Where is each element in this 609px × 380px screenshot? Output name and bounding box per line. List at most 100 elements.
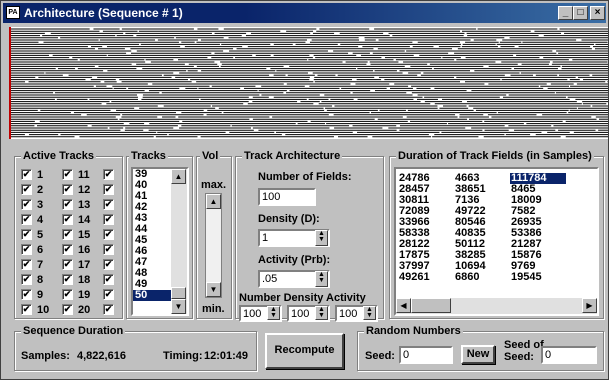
check-icon[interactable]: ✔ [21, 229, 32, 240]
check-icon[interactable]: ✔ [21, 274, 32, 285]
check-icon[interactable]: ✔ [21, 184, 32, 195]
check-icon[interactable]: ✔ [21, 244, 32, 255]
track-checkbox[interactable]: ✔ 14 [62, 213, 90, 226]
scroll-down-icon[interactable]: ▼ [171, 299, 186, 314]
check-icon[interactable]: ✔ [62, 259, 73, 270]
track-checkbox[interactable]: ✔ 8 [21, 273, 43, 286]
check-icon[interactable]: ✔ [103, 274, 114, 285]
density-pct-spinner-icon[interactable]: ▲ ▼ [315, 306, 328, 320]
volume-up-icon[interactable]: ▲ [206, 194, 221, 209]
track-checkbox[interactable]: ✔ 6 [21, 243, 43, 256]
recompute-button[interactable]: Recompute [265, 333, 344, 369]
check-icon[interactable]: ✔ [21, 169, 32, 180]
number-input[interactable]: 100 ▲ ▼ [239, 305, 282, 322]
seed-input[interactable]: 0 [399, 346, 453, 364]
seed-of-label-2: Seed: [504, 351, 534, 363]
track-checkbox[interactable]: ✔ 9 [21, 288, 43, 301]
check-icon[interactable]: ✔ [21, 289, 32, 300]
durations-cell[interactable]: 6860 [454, 272, 510, 283]
durations-hscrollbar[interactable]: ◀ ▶ [396, 298, 597, 314]
check-icon[interactable]: ✔ [62, 184, 73, 195]
scroll-up-icon[interactable]: ▲ [171, 169, 186, 184]
volume-slider[interactable]: ▲ ▼ [205, 193, 222, 298]
new-seed-button[interactable]: New [461, 345, 495, 364]
track-checkbox[interactable]: ✔ 19 [62, 288, 90, 301]
check-icon[interactable]: ✔ [103, 304, 114, 315]
track-checkbox[interactable]: ✔ 5 [21, 228, 43, 241]
restore-button[interactable]: □ [573, 6, 588, 20]
track-checkbox[interactable]: ✔ [103, 258, 119, 271]
durations-listbox[interactable]: 24786 4663 111784 28457 38651 8465 30811 7136 18… [394, 167, 599, 316]
durations-cell[interactable]: 49261 [398, 272, 454, 283]
tracks-listbox[interactable]: 39 40 41 42 43 44 45 46 47 48 49 50 ▲ ▼ [131, 167, 189, 316]
track-checkbox[interactable]: ✔ 12 [62, 183, 90, 196]
activity-pct-input[interactable]: 100 ▲ ▼ [335, 305, 378, 322]
check-icon[interactable]: ✔ [21, 199, 32, 210]
check-icon[interactable]: ✔ [103, 229, 114, 240]
check-icon[interactable]: ✔ [21, 214, 32, 225]
tracks-scrollbar[interactable]: ▲ ▼ [171, 169, 187, 314]
title-bar[interactable]: PA Architecture (Sequence # 1) _ □ × [3, 3, 606, 23]
track-checkbox[interactable]: ✔ 10 [21, 303, 49, 316]
check-icon[interactable]: ✔ [103, 214, 114, 225]
check-icon[interactable]: ✔ [103, 199, 114, 210]
track-checkbox[interactable]: ✔ 17 [62, 258, 90, 271]
activity-pct-spinner-icon[interactable]: ▲ ▼ [363, 306, 376, 320]
check-icon[interactable]: ✔ [62, 274, 73, 285]
track-lines [11, 28, 608, 138]
track-checkbox[interactable]: ✔ [103, 273, 119, 286]
check-icon[interactable]: ✔ [21, 259, 32, 270]
track-checkbox[interactable]: ✔ [103, 168, 119, 181]
durations-cell[interactable]: 19545 [510, 272, 566, 283]
scroll-right-icon[interactable]: ▶ [582, 298, 597, 313]
track-checkbox[interactable]: ✔ [103, 183, 119, 196]
durations-row[interactable]: 49261 6860 19545 [398, 272, 566, 283]
track-checkbox[interactable]: ✔ [103, 303, 119, 316]
check-icon[interactable]: ✔ [62, 289, 73, 300]
activity-spinner-icon[interactable]: ▲ ▼ [315, 271, 328, 287]
check-icon[interactable]: ✔ [62, 199, 73, 210]
check-icon[interactable]: ✔ [62, 304, 73, 315]
track-checkbox[interactable]: ✔ 15 [62, 228, 90, 241]
track-checkbox[interactable]: ✔ [103, 198, 119, 211]
check-icon[interactable]: ✔ [62, 229, 73, 240]
track-checkbox[interactable]: ✔ [103, 228, 119, 241]
minimize-button[interactable]: _ [558, 6, 573, 20]
check-icon[interactable]: ✔ [62, 169, 73, 180]
check-icon[interactable]: ✔ [62, 214, 73, 225]
check-icon[interactable]: ✔ [103, 184, 114, 195]
track-checkbox[interactable]: ✔ 7 [21, 258, 43, 271]
check-icon[interactable]: ✔ [103, 289, 114, 300]
check-icon[interactable]: ✔ [103, 169, 114, 180]
tracks-list-item[interactable]: 50 [133, 290, 171, 301]
track-checkbox[interactable]: ✔ 3 [21, 198, 43, 211]
track-checkbox[interactable]: ✔ 1 [21, 168, 43, 181]
hscroll-thumb[interactable] [411, 298, 451, 313]
track-checkbox[interactable]: ✔ 13 [62, 198, 90, 211]
track-canvas[interactable] [9, 27, 608, 139]
track-checkbox[interactable]: ✔ 2 [21, 183, 43, 196]
activity-input[interactable]: .05 ▲ ▼ [258, 270, 330, 288]
track-checkbox[interactable]: ✔ 16 [62, 243, 90, 256]
close-button[interactable]: × [590, 6, 605, 20]
track-checkbox[interactable]: ✔ 18 [62, 273, 90, 286]
track-checkbox[interactable]: ✔ 4 [21, 213, 43, 226]
check-icon[interactable]: ✔ [103, 244, 114, 255]
number-spinner-icon[interactable]: ▲ ▼ [267, 306, 280, 320]
check-icon[interactable]: ✔ [21, 304, 32, 315]
check-icon[interactable]: ✔ [62, 244, 73, 255]
density-pct-input[interactable]: 100 ▲ ▼ [287, 305, 330, 322]
seed-of-input[interactable]: 0 [541, 346, 597, 364]
track-checkbox[interactable]: ✔ [103, 213, 119, 226]
density-spinner-icon[interactable]: ▲ ▼ [315, 230, 328, 246]
track-checkbox[interactable]: ✔ [103, 288, 119, 301]
check-icon[interactable]: ✔ [103, 259, 114, 270]
track-checkbox[interactable]: ✔ 20 [62, 303, 90, 316]
fields-input[interactable]: 100 [258, 188, 316, 206]
volume-down-icon[interactable]: ▼ [206, 282, 221, 297]
scroll-thumb[interactable] [171, 287, 186, 299]
track-checkbox[interactable]: ✔ 11 [62, 168, 90, 181]
scroll-left-icon[interactable]: ◀ [396, 298, 411, 313]
track-checkbox[interactable]: ✔ [103, 243, 119, 256]
density-input[interactable]: 1 ▲ ▼ [258, 229, 330, 247]
